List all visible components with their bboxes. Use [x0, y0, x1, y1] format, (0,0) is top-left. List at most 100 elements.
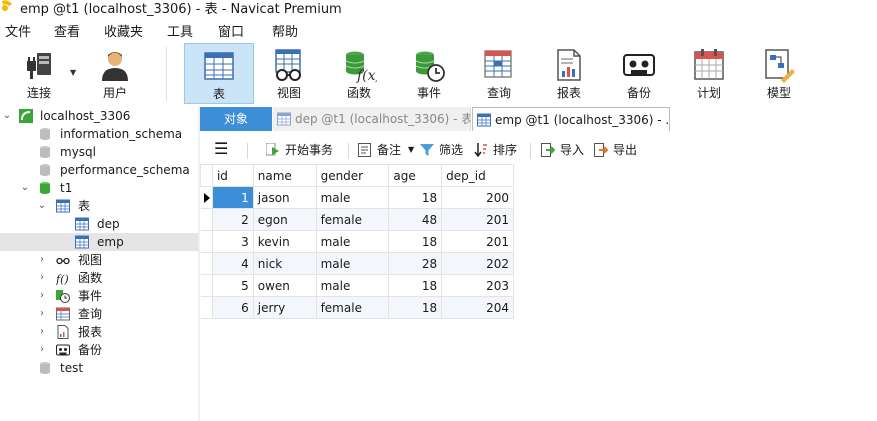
- tree-node-database[interactable]: test: [0, 359, 198, 377]
- tree-node-queries[interactable]: › 查询: [0, 305, 198, 323]
- query-button[interactable]: 查询: [466, 43, 532, 104]
- data-grid: id name gender age dep_id 1 jason male 1…: [200, 164, 514, 319]
- cell-dep-id[interactable]: 204: [441, 296, 514, 319]
- row-selector[interactable]: [200, 252, 213, 275]
- column-header-name[interactable]: name: [252, 164, 317, 187]
- cell-name[interactable]: egon: [252, 208, 317, 231]
- cell-dep-id[interactable]: 201: [441, 208, 514, 231]
- column-header-gender[interactable]: gender: [315, 164, 390, 187]
- cell-dep-id[interactable]: 202: [441, 252, 514, 275]
- backup-button[interactable]: 备份: [606, 43, 672, 104]
- cell-age[interactable]: 28: [388, 252, 443, 275]
- chevron-right-icon[interactable]: ›: [37, 287, 47, 305]
- row-selector[interactable]: [200, 230, 213, 253]
- chevron-right-icon[interactable]: ›: [37, 269, 47, 287]
- connect-button[interactable]: ▼ 连接: [8, 43, 76, 104]
- tree-node-reports[interactable]: › 报表: [0, 323, 198, 341]
- chevron-right-icon[interactable]: ›: [37, 305, 47, 323]
- tab-objects[interactable]: 对象: [200, 107, 272, 131]
- model-button[interactable]: 模型: [746, 43, 812, 104]
- report-button[interactable]: 报表: [536, 43, 602, 104]
- menu-favorites[interactable]: 收藏夹: [104, 21, 143, 40]
- tree-node-table-dep[interactable]: dep: [0, 215, 198, 233]
- cell-name[interactable]: kevin: [252, 230, 317, 253]
- cell-gender[interactable]: male: [315, 252, 390, 275]
- cell-dep-id[interactable]: 200: [441, 186, 514, 209]
- row-selector[interactable]: [200, 208, 213, 231]
- chevron-down-icon[interactable]: ⌄: [2, 107, 12, 125]
- menu-tools[interactable]: 工具: [167, 21, 193, 40]
- column-header-dep-id[interactable]: dep_id: [441, 164, 514, 187]
- cell-gender[interactable]: female: [315, 296, 390, 319]
- menu-view[interactable]: 查看: [54, 21, 80, 40]
- cell-gender[interactable]: female: [315, 208, 390, 231]
- cell-name[interactable]: jerry: [252, 296, 317, 319]
- cell-dep-id[interactable]: 201: [441, 230, 514, 253]
- connect-dropdown-icon[interactable]: ▼: [70, 68, 76, 77]
- cell-age[interactable]: 18: [388, 274, 443, 297]
- cell-age[interactable]: 18: [388, 230, 443, 253]
- cell-age[interactable]: 18: [388, 296, 443, 319]
- menu-file[interactable]: 文件: [5, 21, 31, 40]
- row-selector[interactable]: [200, 186, 213, 209]
- row-selector[interactable]: [200, 296, 213, 319]
- cell-id[interactable]: 4: [211, 252, 254, 275]
- cell-name[interactable]: owen: [252, 274, 317, 297]
- toolbar-divider: [166, 47, 167, 101]
- cell-id[interactable]: 2: [211, 208, 254, 231]
- chevron-right-icon[interactable]: ›: [37, 323, 47, 341]
- cell-name[interactable]: nick: [252, 252, 317, 275]
- cell-id[interactable]: 5: [211, 274, 254, 297]
- cell-gender[interactable]: male: [315, 186, 390, 209]
- tree-node-tables[interactable]: ⌄ 表: [0, 197, 198, 215]
- cell-dep-id[interactable]: 203: [441, 274, 514, 297]
- table-row[interactable]: 5 owen male 18 203: [200, 274, 514, 297]
- hamburger-menu-icon[interactable]: ☰: [214, 141, 228, 159]
- cell-gender[interactable]: male: [315, 230, 390, 253]
- chevron-right-icon[interactable]: ›: [37, 341, 47, 359]
- tree-node-backups[interactable]: › 备份: [0, 341, 198, 359]
- tree-node-table-emp[interactable]: emp: [0, 233, 198, 251]
- event-label: 事件: [416, 86, 441, 100]
- tree-node-functions[interactable]: › f() 函数: [0, 269, 198, 287]
- tree-node-database-t1[interactable]: ⌄ t1: [0, 179, 198, 197]
- export-label: 导出: [613, 143, 638, 157]
- tree-node-database[interactable]: information_schema: [0, 125, 198, 143]
- row-selector[interactable]: [200, 274, 213, 297]
- chevron-down-icon[interactable]: ⌄: [37, 197, 47, 215]
- tab-emp[interactable]: emp @t1 (localhost_3306) - ...: [472, 107, 670, 131]
- cell-age[interactable]: 18: [388, 186, 443, 209]
- cell-gender[interactable]: male: [315, 274, 390, 297]
- table-row[interactable]: 3 kevin male 18 201: [200, 230, 514, 253]
- menu-help[interactable]: 帮助: [272, 21, 298, 40]
- table-row[interactable]: 2 egon female 48 201: [200, 208, 514, 231]
- tree-node-views[interactable]: › 视图: [0, 251, 198, 269]
- chevron-right-icon[interactable]: ›: [37, 251, 47, 269]
- tree-node-connection[interactable]: ⌄ localhost_3306: [0, 107, 198, 125]
- tab-dep[interactable]: dep @t1 (localhost_3306) - 表: [273, 107, 471, 131]
- column-header-age[interactable]: age: [388, 164, 443, 187]
- table-button[interactable]: 表: [184, 43, 254, 104]
- cell-id[interactable]: 6: [211, 296, 254, 319]
- tree-node-database[interactable]: mysql: [0, 143, 198, 161]
- note-dropdown-icon[interactable]: ▼: [408, 141, 414, 159]
- event-button[interactable]: 事件: [396, 43, 462, 104]
- table-row[interactable]: 1 jason male 18 200: [200, 186, 514, 209]
- tree-node-database[interactable]: performance_schema: [0, 161, 198, 179]
- tree-node-events[interactable]: › 事件: [0, 287, 198, 305]
- cell-name[interactable]: jason: [252, 186, 317, 209]
- user-button[interactable]: 用户: [84, 43, 146, 104]
- cell-id[interactable]: 3: [211, 230, 254, 253]
- table-row[interactable]: 6 jerry female 18 204: [200, 296, 514, 319]
- chevron-down-icon[interactable]: ⌄: [20, 179, 30, 197]
- schedule-button[interactable]: 计划: [676, 43, 742, 104]
- cell-id[interactable]: 1: [211, 186, 254, 209]
- table-row[interactable]: 4 nick male 28 202: [200, 252, 514, 275]
- menu-window[interactable]: 窗口: [218, 21, 244, 40]
- backup-icon: [623, 54, 655, 76]
- cell-age[interactable]: 48: [388, 208, 443, 231]
- column-header-id[interactable]: id: [211, 164, 254, 187]
- function-button[interactable]: f(x) 函数: [326, 43, 392, 104]
- tab-emp-label: emp @t1 (localhost_3306) - ...: [495, 113, 670, 127]
- view-button[interactable]: 视图: [256, 43, 322, 104]
